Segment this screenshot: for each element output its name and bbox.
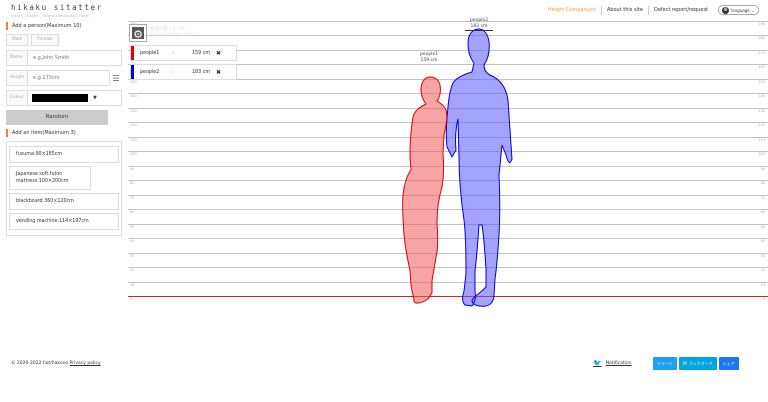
twitter-icon: 🐦: [593, 359, 602, 367]
list-icon[interactable]: ☰: [110, 74, 122, 83]
gridline-190: [128, 20, 768, 22]
height-label: Height: [6, 70, 28, 86]
sidebar: Add a person(Maximum 10) Male Female Nam…: [6, 22, 122, 236]
person-row-people1[interactable]: people1: 159 cm ✖: [130, 45, 237, 61]
copyright: © 2020-2022 hot/hakono Privacy policy: [11, 361, 101, 366]
color-label: Colour: [6, 90, 28, 106]
sex-selector: Male Female: [6, 34, 122, 46]
notification-link[interactable]: 🐦 Notification: [593, 359, 632, 367]
brand[interactable]: hikaku sitatter hikaku sitatter - height…: [11, 3, 103, 18]
person-colon: :: [172, 69, 174, 75]
share-button-2[interactable]: シェア: [718, 357, 739, 370]
male-button[interactable]: Male: [6, 34, 29, 46]
delete-icon[interactable]: ✖: [216, 69, 221, 76]
name-row: Name: [6, 50, 122, 66]
name-label: Name: [6, 50, 28, 66]
height-row: Height ☰: [6, 70, 122, 86]
add-item-title: Add an item(Maximum 3): [6, 129, 122, 137]
top-nav: Height Comparison About this site Defect…: [543, 5, 759, 15]
watermark-url: hikaku-sitatter.com: [150, 33, 194, 38]
item-vending-machine[interactable]: vending machine:114×197cm: [9, 213, 119, 230]
language-button[interactable]: ⊕ language ⌄: [718, 5, 759, 15]
share-button-0[interactable]: ツイート: [653, 357, 677, 370]
item-fusuma[interactable]: fusuma:90×185cm: [9, 146, 119, 163]
name-input[interactable]: [28, 50, 122, 66]
add-person-title: Add a person(Maximum 10): [6, 22, 122, 30]
gear-icon[interactable]: ⚙: [130, 25, 146, 41]
random-button[interactable]: Random: [6, 110, 108, 125]
height-input[interactable]: [28, 70, 110, 86]
items-list: fusuma:90×185cm Japanese soft futon matt…: [6, 141, 122, 236]
site-subtitle: hikaku sitatter - height comparison char…: [11, 13, 89, 18]
female-button[interactable]: Female: [31, 34, 59, 46]
watermark: 身長比較したった hikaku-sitatter.com: [150, 27, 193, 39]
person-row-people2[interactable]: people2: 183 cm ✖: [130, 64, 237, 80]
header: hikaku sitatter hikaku sitatter - height…: [0, 0, 768, 22]
person-name: people1: [140, 50, 160, 56]
delete-icon[interactable]: ✖: [216, 50, 221, 57]
person-colon: :: [172, 50, 174, 56]
nav-about[interactable]: About this site: [602, 5, 649, 15]
language-label: language: [731, 7, 750, 13]
person-height: 159 cm: [192, 50, 210, 56]
height-chart: 1901901801801701701601601501501401401301…: [128, 18, 768, 311]
globe-icon: ⊕: [722, 6, 730, 14]
chevron-down-icon: ⌄: [751, 7, 755, 13]
item-futon[interactable]: Japanese soft futon mattress:100×200cm: [9, 166, 91, 190]
color-swatch: [32, 94, 88, 102]
nav-height-comparison[interactable]: Height Comparison: [543, 5, 602, 15]
copyright-text: © 2020-2022 hot/hakono: [11, 361, 69, 366]
caret-down-icon: ▼: [93, 95, 97, 101]
notification-label: Notification: [605, 360, 632, 366]
person-name: people2: [140, 69, 160, 75]
person-label-people1: people1 159 cm: [419, 52, 439, 64]
share-button-1[interactable]: B! ブックマーク: [679, 357, 717, 370]
person-silhouette-people2: [445, 28, 513, 307]
privacy-policy-link[interactable]: Privacy policy: [70, 361, 101, 366]
share-buttons: ツイート B! ブックマーク シェア: [653, 357, 739, 370]
color-select[interactable]: ▼: [28, 90, 122, 106]
color-row: Colour ▼: [6, 90, 122, 106]
person-silhouette-people1: [402, 76, 448, 304]
person-label-people2: people2 183 cm: [465, 18, 493, 31]
person-list: people1: 159 cm ✖ people2: 183 cm ✖: [130, 45, 237, 83]
person-height: 183 cm: [192, 69, 210, 75]
site-title[interactable]: hikaku sitatter: [11, 3, 103, 12]
item-blackboard[interactable]: blackboard:360×120cm: [9, 193, 119, 210]
nav-defect-report[interactable]: Defect report/request: [649, 6, 713, 15]
